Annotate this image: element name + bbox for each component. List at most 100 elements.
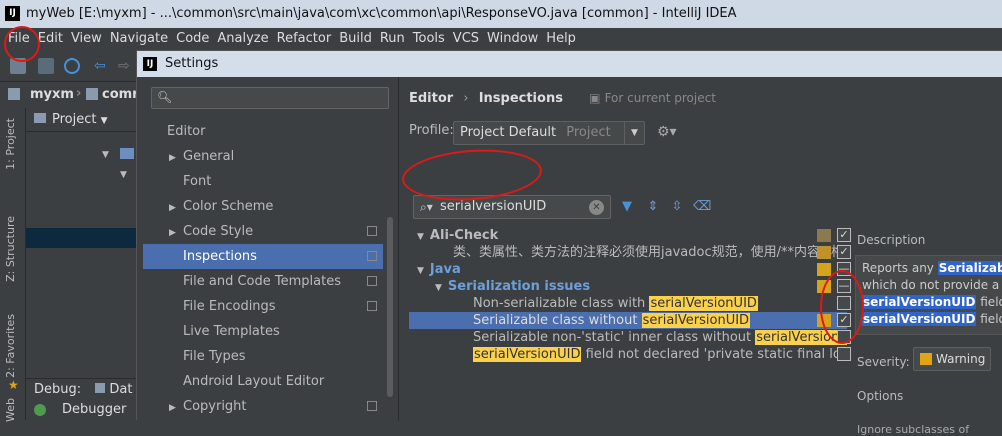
search-match-highlight: serialVersionUID xyxy=(473,347,582,362)
breadcrumb-child[interactable]: comr xyxy=(102,87,139,102)
structure-tool-tab[interactable]: Z: Structure xyxy=(4,216,17,282)
settings-tree-label: Copyright xyxy=(183,399,247,414)
debug-tool-bar: Debug: Dat xyxy=(26,378,140,400)
debug-tab[interactable]: Dat xyxy=(109,382,132,397)
menu-item-refactor[interactable]: Refactor xyxy=(273,28,336,50)
save-icon[interactable] xyxy=(38,58,54,74)
back-arrow-icon[interactable]: ⇦ xyxy=(94,58,110,74)
settings-tree-item-general[interactable]: ▶ General xyxy=(143,144,383,169)
chevron-down-icon[interactable]: ▼ xyxy=(435,283,442,293)
inspection-checkbox[interactable] xyxy=(837,347,851,361)
settings-dialog: IJ Settings 🔍︎ Editor ▶ General Font ▶ Color … xyxy=(136,50,1002,436)
chevron-down-icon[interactable]: ▼ xyxy=(417,266,424,276)
breadcrumb-separator: › xyxy=(76,86,82,101)
favorites-tool-tab[interactable]: 2: Favorites xyxy=(4,314,17,378)
inspection-row[interactable]: serialVersionUID field not declared 'pri… xyxy=(409,346,847,363)
settings-tree-item-copyright[interactable]: ▶ Copyright xyxy=(143,394,383,419)
settings-tree-item-live-templates[interactable]: Live Templates xyxy=(143,319,383,344)
breadcrumb-separator: › xyxy=(463,91,469,106)
inspection-text: Java xyxy=(429,262,461,277)
project-scope-icon xyxy=(367,401,377,411)
gear-icon[interactable]: ⚙▾ xyxy=(657,124,677,140)
tree-expand-icon[interactable]: ▼ xyxy=(102,150,109,160)
settings-tree-item-editor[interactable]: Editor xyxy=(143,119,383,144)
menu-item-run[interactable]: Run xyxy=(376,28,409,50)
settings-tree-item-file-types[interactable]: File Types xyxy=(143,344,383,369)
inspection-checkbox[interactable]: ✓ xyxy=(837,245,851,259)
settings-tree-label: Inspections xyxy=(183,249,257,264)
menu-item-navigate[interactable]: Navigate xyxy=(106,28,172,50)
inspection-text: field not declared 'private static final… xyxy=(581,347,847,362)
inspection-row[interactable]: Non-serializable class with serialVersio… xyxy=(409,295,847,312)
reset-eraser-icon[interactable]: ⌫ xyxy=(693,199,711,215)
chevron-right-icon[interactable]: ▶ xyxy=(169,146,183,171)
settings-tree-item-color-scheme[interactable]: ▶ Color Scheme xyxy=(143,194,383,219)
debugger-tab[interactable]: Debugger xyxy=(62,402,126,417)
inspection-checkbox[interactable]: ✓ xyxy=(837,228,851,242)
settings-tree-label: Font xyxy=(183,174,212,189)
options-header: Options xyxy=(857,389,904,403)
settings-tree-scrollbar[interactable] xyxy=(385,117,395,421)
expand-all-icon[interactable]: ⇕ xyxy=(645,199,661,215)
project-panel-header[interactable]: Project ▼ xyxy=(26,108,140,132)
menu-item-help[interactable]: Help xyxy=(542,28,580,50)
settings-tree-item-code-style[interactable]: ▶ Code Style xyxy=(143,219,383,244)
settings-tree-item-font[interactable]: Font xyxy=(143,169,383,194)
chevron-right-icon[interactable]: ▶ xyxy=(169,221,183,246)
chevron-right-icon[interactable]: ▶ xyxy=(169,396,183,421)
project-tree-selected-row[interactable] xyxy=(26,228,140,248)
folder-icon xyxy=(120,148,134,159)
forward-arrow-icon[interactable]: ⇨ xyxy=(118,58,134,74)
sync-icon[interactable] xyxy=(64,58,80,74)
chevron-down-icon: ▼ xyxy=(624,122,644,144)
search-icon: 🔍︎ xyxy=(157,90,173,104)
profile-scope: Project xyxy=(566,125,611,140)
menu-item-code[interactable]: Code xyxy=(172,28,213,50)
inspection-row[interactable]: ▼ Ali-Check xyxy=(409,227,847,244)
navigation-breadcrumb: myxm › comr xyxy=(0,82,140,108)
clear-search-icon[interactable]: ✕ xyxy=(589,200,604,215)
menu-item-window[interactable]: Window xyxy=(483,28,542,50)
menu-item-build[interactable]: Build xyxy=(335,28,376,50)
tree-expand-icon[interactable]: ▼ xyxy=(120,170,127,180)
description-header: Description xyxy=(857,233,926,247)
menu-item-tools[interactable]: Tools xyxy=(409,28,449,50)
breadcrumb-root[interactable]: myxm xyxy=(30,87,74,102)
collapse-all-icon[interactable]: ⇳ xyxy=(669,199,685,215)
inspection-row[interactable]: ▼ Serialization issues xyxy=(409,278,847,295)
menu-item-view[interactable]: View xyxy=(67,28,106,50)
settings-tree-item-file-encodings[interactable]: File Encodings xyxy=(143,294,383,319)
scrollbar-thumb[interactable] xyxy=(387,217,393,397)
menu-item-vcs[interactable]: VCS xyxy=(449,28,483,50)
inspection-text: Non-serializable class with xyxy=(473,296,650,311)
filter-icon[interactable]: ▼ xyxy=(619,199,635,215)
settings-tree-item-file-and-code-templates[interactable]: File and Code Templates xyxy=(143,269,383,294)
folder-icon xyxy=(8,88,20,100)
settings-tree-label: File and Code Templates xyxy=(183,274,341,289)
chevron-down-icon[interactable]: ▼ xyxy=(417,232,424,242)
web-tool-tab[interactable]: Web xyxy=(4,398,17,422)
settings-tree-item-inspections[interactable]: Inspections xyxy=(143,244,383,269)
for-current-project-label: For current project xyxy=(604,91,716,105)
settings-navigation-pane: 🔍︎ Editor ▶ General Font ▶ Color Scheme ▶ Code … xyxy=(137,77,399,421)
intellij-logo-icon: IJ xyxy=(5,6,20,21)
settings-tree-label: Android Layout Editor xyxy=(183,374,325,389)
profile-value: Project Default xyxy=(460,125,557,140)
inspection-row[interactable]: Serializable class without serialVersion… xyxy=(409,312,847,329)
inspection-row[interactable]: Serializable non-'static' inner class wi… xyxy=(409,329,847,346)
search-match-highlight: serialVersionUID xyxy=(649,296,758,311)
severity-dropdown[interactable]: Warning xyxy=(913,347,991,371)
project-tool-tab[interactable]: 1: Project xyxy=(4,118,17,170)
severity-swatch-icon xyxy=(817,229,831,242)
inspection-text: Serialization issues xyxy=(447,279,591,294)
inspection-row[interactable]: 类、类属性、类方法的注释必须使用javadoc规范，使用/**内容*/格式 xyxy=(409,244,847,261)
settings-search-input[interactable]: 🔍︎ xyxy=(151,87,389,109)
menu-item-analyze[interactable]: Analyze xyxy=(213,28,272,50)
chevron-right-icon[interactable]: ▶ xyxy=(169,196,183,221)
description-highlight: serialVersionUID xyxy=(862,295,977,309)
inspection-row[interactable]: ▼ Java xyxy=(409,261,847,278)
profile-dropdown[interactable]: Project Default Project ▼ xyxy=(453,121,645,145)
settings-tree-item-android-layout-editor[interactable]: Android Layout Editor xyxy=(143,369,383,394)
breadcrumb-editor: Editor xyxy=(409,91,454,106)
settings-tree-label: Color Scheme xyxy=(183,199,274,214)
